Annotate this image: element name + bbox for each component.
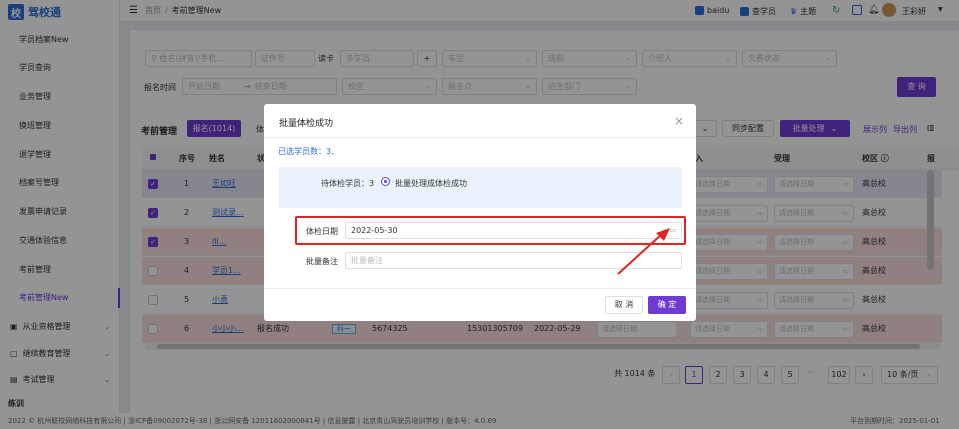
pending-label: 待体检学员：3	[321, 179, 375, 188]
arrow-head	[656, 228, 670, 241]
batch-exam-modal: 批量体检成功 × 已选学员数：3, 待体检学员：3 批量处理成体检成功 体检日期…	[264, 104, 696, 321]
arrow-shaft	[617, 233, 663, 275]
pending-panel: 待体检学员：3 批量处理成体检成功	[279, 167, 682, 208]
modal-divider	[264, 137, 696, 138]
modal-title: 批量体检成功	[279, 119, 334, 129]
radio-dot	[384, 180, 387, 183]
cancel-button[interactable]: 取 消	[605, 296, 643, 314]
radio-label[interactable]: 批量处理成体检成功	[395, 178, 467, 189]
annotation-arrow	[617, 228, 670, 275]
close-icon[interactable]: ×	[674, 114, 684, 128]
modal-footer-divider	[264, 288, 696, 289]
radio-batch-success[interactable]	[381, 177, 390, 186]
selected-count: 已选学员数：3,	[278, 147, 334, 156]
remark-label: 批量备注	[306, 257, 338, 266]
confirm-button[interactable]: 确 定	[648, 296, 686, 314]
